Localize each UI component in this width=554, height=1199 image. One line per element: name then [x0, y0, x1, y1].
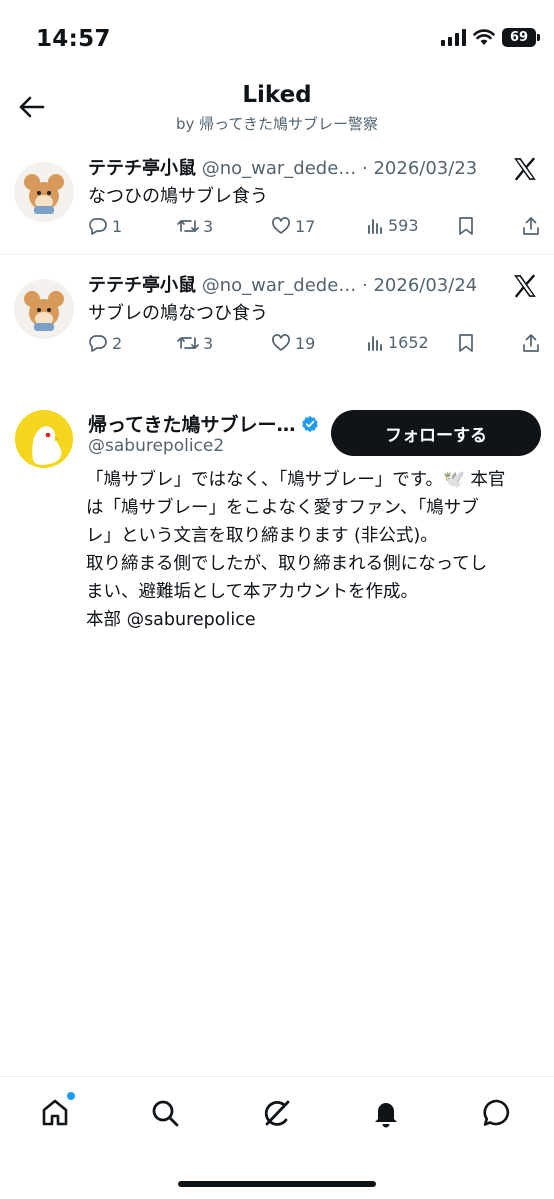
retweet-count: 3 — [203, 333, 214, 353]
retweet-count: 3 — [203, 216, 214, 236]
reply-button[interactable]: 2 — [88, 333, 122, 353]
battery-level: 69 — [509, 30, 529, 45]
follow-button[interactable]: フォローする — [331, 410, 541, 456]
user-handle: @saburepolice2 — [88, 436, 225, 456]
post-text: なつひの鳩サブレ食う — [88, 186, 268, 207]
reply-icon — [89, 218, 107, 235]
author-handle[interactable]: @no_war_dede… — [202, 158, 357, 179]
notifications-icon — [375, 1103, 397, 1128]
views-button[interactable]: 593 — [366, 216, 419, 235]
views-count: 1652 — [388, 333, 429, 352]
search-icon — [152, 1100, 179, 1127]
bookmark-icon — [459, 217, 473, 235]
nav-messages[interactable] — [479, 1095, 515, 1131]
heart-icon — [272, 217, 290, 234]
retweet-button[interactable]: 3 — [177, 216, 213, 236]
share-icon — [523, 217, 539, 235]
share-button[interactable] — [521, 216, 541, 236]
grok-icon — [264, 1100, 290, 1126]
avatar[interactable] — [14, 162, 74, 222]
user-bio: 「鳩サブレ」ではなく、「鳩サブレー」です。🕊️ 本官 は「鳩サブレー」をこよなく… — [86, 466, 546, 634]
verified-badge-icon — [302, 415, 319, 432]
reply-icon — [89, 335, 107, 352]
heart-icon — [272, 334, 290, 351]
retweet-icon — [177, 337, 199, 349]
user-name-text: 帰ってきた鳩サブレー… — [88, 414, 296, 436]
page-subtitle: by 帰ってきた鳩サブレー警察 — [176, 115, 378, 133]
post-date: 2026/03/24 — [373, 275, 478, 296]
nav-grok[interactable] — [259, 1095, 295, 1131]
bookmark-icon — [459, 334, 473, 352]
nav-notifications[interactable] — [368, 1095, 404, 1131]
x-logo-icon — [514, 157, 536, 181]
home-indicator — [178, 1181, 376, 1187]
reply-count: 2 — [112, 333, 123, 353]
bio-line: レ」という文言を取り締まります (非公式)。 — [86, 526, 438, 546]
retweet-button[interactable]: 3 — [177, 333, 213, 353]
bio-line[interactable]: 本部 @saburepolice — [86, 606, 546, 634]
views-icon — [368, 335, 382, 351]
status-time: 14:57 — [36, 26, 111, 52]
home-icon — [42, 1099, 68, 1126]
page-header: Liked by 帰ってきた鳩サブレー警察 — [0, 78, 554, 138]
status-bar: 14:57 69 — [0, 0, 554, 74]
bookmark-button[interactable] — [457, 333, 475, 353]
wifi-icon — [473, 29, 495, 45]
reply-button[interactable]: 1 — [88, 216, 122, 236]
messages-icon — [483, 1099, 510, 1126]
bookmark-button[interactable] — [457, 216, 475, 236]
author-handle[interactable]: @no_war_dede… — [202, 275, 357, 296]
cellular-signal-icon — [441, 29, 466, 46]
post-header: テテチ亭小鼠 @no_war_dede… · 2026/03/24 — [88, 271, 498, 297]
status-icons: 69 — [441, 28, 540, 47]
author-name[interactable]: テテチ亭小鼠 — [88, 275, 196, 296]
nav-home[interactable] — [37, 1092, 75, 1131]
bio-line: 取り締まる側でしたが、取り締まれる側になってし — [86, 554, 488, 574]
divider — [0, 254, 554, 255]
liked-post[interactable]: テテチ亭小鼠 @no_war_dede… · 2026/03/23 なつひの鳩サ… — [0, 152, 554, 269]
mouse-avatar-image — [24, 174, 64, 214]
bio-line: 「鳩サブレ」ではなく、「鳩サブレー」です。🕊️ 本官 — [86, 470, 506, 490]
retweet-icon — [177, 220, 199, 232]
reply-count: 1 — [112, 216, 123, 236]
share-icon — [523, 334, 539, 352]
pigeon-avatar-image — [32, 426, 62, 465]
home-notification-dot — [67, 1092, 75, 1100]
avatar[interactable] — [14, 279, 74, 339]
liked-post[interactable]: テテチ亭小鼠 @no_war_dede… · 2026/03/24 サブレの鳩な… — [0, 269, 554, 386]
post-header: テテチ亭小鼠 @no_war_dede… · 2026/03/23 — [88, 154, 498, 180]
views-icon — [368, 218, 382, 234]
author-name[interactable]: テテチ亭小鼠 — [88, 158, 196, 179]
bio-line: まい、避難垢として本アカウントを作成。 — [86, 582, 418, 602]
bio-line: は「鳩サブレー」をこよなく愛すファン、「鳩サブ — [86, 498, 479, 518]
nav-search[interactable] — [147, 1095, 183, 1131]
post-actions: 1 3 17 593 — [88, 216, 543, 240]
post-date: 2026/03/23 — [373, 158, 478, 179]
post-actions: 2 3 19 1652 — [88, 333, 543, 357]
views-button[interactable]: 1652 — [366, 333, 429, 352]
meta-separator: · — [356, 275, 374, 296]
meta-separator: · — [356, 158, 374, 179]
like-button[interactable]: 17 — [271, 216, 315, 236]
user-card[interactable]: 帰ってきた鳩サブレー… @saburepolice2 フォローする 「鳩サブレ」… — [0, 398, 554, 638]
like-button[interactable]: 19 — [271, 333, 315, 353]
share-button[interactable] — [521, 333, 541, 353]
avatar[interactable] — [15, 410, 73, 468]
x-logo-icon — [514, 274, 536, 298]
like-count: 17 — [295, 216, 316, 236]
views-count: 593 — [388, 216, 419, 235]
like-count: 19 — [295, 333, 316, 353]
battery-icon: 69 — [502, 28, 540, 47]
user-display-name[interactable]: 帰ってきた鳩サブレー… — [88, 410, 319, 437]
post-text: サブレの鳩なつひ食う — [88, 303, 268, 324]
page-title: Liked — [242, 82, 312, 108]
mouse-avatar-image — [24, 291, 64, 331]
